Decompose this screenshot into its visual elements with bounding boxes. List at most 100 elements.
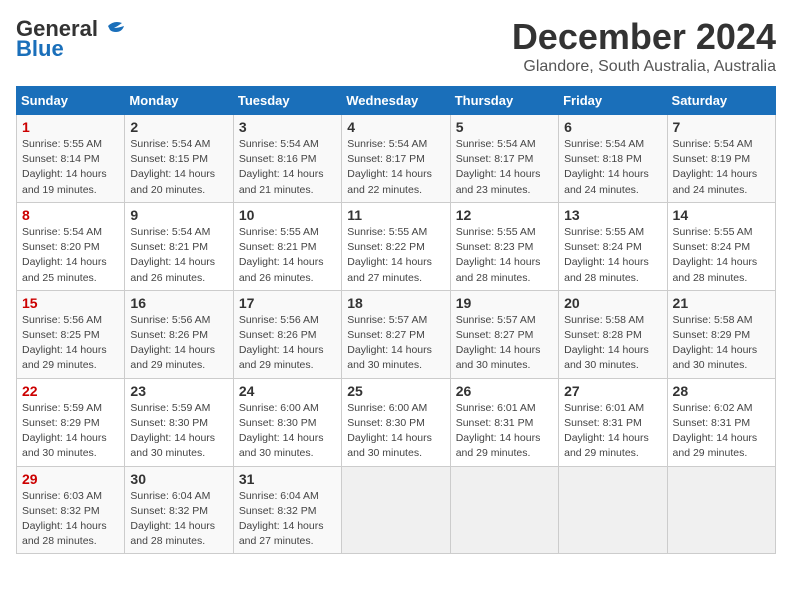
day-detail: Sunrise: 5:55 AMSunset: 8:23 PMDaylight:… xyxy=(456,226,541,284)
day-number: 3 xyxy=(239,119,336,135)
day-detail: Sunrise: 5:55 AMSunset: 8:14 PMDaylight:… xyxy=(22,138,107,196)
day-number: 20 xyxy=(564,295,661,311)
day-number: 15 xyxy=(22,295,119,311)
day-detail: Sunrise: 5:54 AMSunset: 8:19 PMDaylight:… xyxy=(673,138,758,196)
day-detail: Sunrise: 6:00 AMSunset: 8:30 PMDaylight:… xyxy=(347,402,432,460)
calendar-cell: 25 Sunrise: 6:00 AMSunset: 8:30 PMDayligh… xyxy=(342,378,450,466)
weekday-header-sunday: Sunday xyxy=(17,87,125,115)
day-detail: Sunrise: 6:03 AMSunset: 8:32 PMDaylight:… xyxy=(22,490,107,548)
day-number: 29 xyxy=(22,471,119,487)
day-detail: Sunrise: 5:54 AMSunset: 8:15 PMDaylight:… xyxy=(130,138,215,196)
day-number: 9 xyxy=(130,207,227,223)
calendar-cell: 20 Sunrise: 5:58 AMSunset: 8:28 PMDayligh… xyxy=(559,290,667,378)
location-subtitle: Glandore, South Australia, Australia xyxy=(512,58,776,76)
day-detail: Sunrise: 5:59 AMSunset: 8:30 PMDaylight:… xyxy=(130,402,215,460)
day-detail: Sunrise: 5:58 AMSunset: 8:29 PMDaylight:… xyxy=(673,314,758,372)
calendar-cell: 24 Sunrise: 6:00 AMSunset: 8:30 PMDayligh… xyxy=(233,378,341,466)
calendar-week-row: 15 Sunrise: 5:56 AMSunset: 8:25 PMDayligh… xyxy=(17,290,776,378)
calendar-cell: 12 Sunrise: 5:55 AMSunset: 8:23 PMDayligh… xyxy=(450,202,558,290)
calendar-cell: 7 Sunrise: 5:54 AMSunset: 8:19 PMDaylight… xyxy=(667,115,775,203)
day-detail: Sunrise: 5:59 AMSunset: 8:29 PMDaylight:… xyxy=(22,402,107,460)
calendar-cell: 16Sunrise: 5:56 AMSunset: 8:26 PMDayligh… xyxy=(125,290,233,378)
calendar-cell: 28Sunrise: 6:02 AMSunset: 8:31 PMDayligh… xyxy=(667,378,775,466)
day-number: 23 xyxy=(130,383,227,399)
day-detail: Sunrise: 6:00 AMSunset: 8:30 PMDaylight:… xyxy=(239,402,324,460)
day-detail: Sunrise: 5:54 AMSunset: 8:20 PMDaylight:… xyxy=(22,226,107,284)
calendar-cell: 22Sunrise: 5:59 AMSunset: 8:29 PMDayligh… xyxy=(17,378,125,466)
month-year-title: December 2024 xyxy=(512,16,776,58)
day-detail: Sunrise: 5:54 AMSunset: 8:17 PMDaylight:… xyxy=(347,138,432,196)
calendar-cell xyxy=(667,466,775,554)
day-number: 4 xyxy=(347,119,444,135)
calendar-cell: 11 Sunrise: 5:55 AMSunset: 8:22 PMDayligh… xyxy=(342,202,450,290)
day-detail: Sunrise: 5:55 AMSunset: 8:21 PMDaylight:… xyxy=(239,226,324,284)
day-detail: Sunrise: 5:54 AMSunset: 8:21 PMDaylight:… xyxy=(130,226,215,284)
calendar-cell: 13 Sunrise: 5:55 AMSunset: 8:24 PMDayligh… xyxy=(559,202,667,290)
calendar-cell: 4 Sunrise: 5:54 AMSunset: 8:17 PMDaylight… xyxy=(342,115,450,203)
calendar-cell: 26Sunrise: 6:01 AMSunset: 8:31 PMDayligh… xyxy=(450,378,558,466)
day-number: 10 xyxy=(239,207,336,223)
calendar-cell: 18 Sunrise: 5:57 AMSunset: 8:27 PMDayligh… xyxy=(342,290,450,378)
day-number: 7 xyxy=(673,119,770,135)
calendar-cell: 19Sunrise: 5:57 AMSunset: 8:27 PMDayligh… xyxy=(450,290,558,378)
calendar-table: SundayMondayTuesdayWednesdayThursdayFrid… xyxy=(16,86,776,554)
day-detail: Sunrise: 5:55 AMSunset: 8:24 PMDaylight:… xyxy=(564,226,649,284)
calendar-cell: 17 Sunrise: 5:56 AMSunset: 8:26 PMDayligh… xyxy=(233,290,341,378)
logo-blue: Blue xyxy=(16,36,64,62)
day-number: 13 xyxy=(564,207,661,223)
day-number: 30 xyxy=(130,471,227,487)
calendar-week-row: 1 Sunrise: 5:55 AMSunset: 8:14 PMDaylight… xyxy=(17,115,776,203)
day-detail: Sunrise: 5:54 AMSunset: 8:16 PMDaylight:… xyxy=(239,138,324,196)
calendar-cell xyxy=(450,466,558,554)
day-detail: Sunrise: 5:58 AMSunset: 8:28 PMDaylight:… xyxy=(564,314,649,372)
calendar-week-row: 29 Sunrise: 6:03 AMSunset: 8:32 PMDayligh… xyxy=(17,466,776,554)
calendar-cell: 31 Sunrise: 6:04 AMSunset: 8:32 PMDayligh… xyxy=(233,466,341,554)
day-detail: Sunrise: 5:55 AMSunset: 8:22 PMDaylight:… xyxy=(347,226,432,284)
weekday-header-friday: Friday xyxy=(559,87,667,115)
day-number: 6 xyxy=(564,119,661,135)
day-detail: Sunrise: 5:54 AMSunset: 8:17 PMDaylight:… xyxy=(456,138,541,196)
day-number: 26 xyxy=(456,383,553,399)
calendar-cell: 29 Sunrise: 6:03 AMSunset: 8:32 PMDayligh… xyxy=(17,466,125,554)
day-number: 14 xyxy=(673,207,770,223)
weekday-header-thursday: Thursday xyxy=(450,87,558,115)
day-number: 12 xyxy=(456,207,553,223)
calendar-cell: 1 Sunrise: 5:55 AMSunset: 8:14 PMDaylight… xyxy=(17,115,125,203)
calendar-cell: 15 Sunrise: 5:56 AMSunset: 8:25 PMDayligh… xyxy=(17,290,125,378)
logo-bird-icon xyxy=(100,18,128,40)
day-number: 24 xyxy=(239,383,336,399)
day-number: 11 xyxy=(347,207,444,223)
title-area: December 2024 Glandore, South Australia,… xyxy=(512,16,776,76)
logo: General Blue xyxy=(16,16,128,62)
calendar-cell: 3 Sunrise: 5:54 AMSunset: 8:16 PMDaylight… xyxy=(233,115,341,203)
calendar-cell: 10 Sunrise: 5:55 AMSunset: 8:21 PMDayligh… xyxy=(233,202,341,290)
weekday-header-row: SundayMondayTuesdayWednesdayThursdayFrid… xyxy=(17,87,776,115)
calendar-cell: 27Sunrise: 6:01 AMSunset: 8:31 PMDayligh… xyxy=(559,378,667,466)
calendar-cell: 14 Sunrise: 5:55 AMSunset: 8:24 PMDayligh… xyxy=(667,202,775,290)
day-number: 31 xyxy=(239,471,336,487)
day-number: 25 xyxy=(347,383,444,399)
day-detail: Sunrise: 5:56 AMSunset: 8:26 PMDaylight:… xyxy=(239,314,324,372)
day-detail: Sunrise: 5:54 AMSunset: 8:18 PMDaylight:… xyxy=(564,138,649,196)
day-number: 18 xyxy=(347,295,444,311)
day-detail: Sunrise: 5:57 AMSunset: 8:27 PMDaylight:… xyxy=(347,314,432,372)
weekday-header-wednesday: Wednesday xyxy=(342,87,450,115)
calendar-cell: 6 Sunrise: 5:54 AMSunset: 8:18 PMDaylight… xyxy=(559,115,667,203)
day-number: 27 xyxy=(564,383,661,399)
day-number: 17 xyxy=(239,295,336,311)
day-detail: Sunrise: 6:04 AMSunset: 8:32 PMDaylight:… xyxy=(239,490,324,548)
calendar-cell: 30Sunrise: 6:04 AMSunset: 8:32 PMDayligh… xyxy=(125,466,233,554)
day-number: 8 xyxy=(22,207,119,223)
calendar-cell: 2Sunrise: 5:54 AMSunset: 8:15 PMDaylight… xyxy=(125,115,233,203)
page-header: General Blue December 2024 Glandore, Sou… xyxy=(16,16,776,76)
calendar-cell: 8 Sunrise: 5:54 AMSunset: 8:20 PMDaylight… xyxy=(17,202,125,290)
weekday-header-saturday: Saturday xyxy=(667,87,775,115)
day-number: 19 xyxy=(456,295,553,311)
day-number: 21 xyxy=(673,295,770,311)
day-detail: Sunrise: 5:55 AMSunset: 8:24 PMDaylight:… xyxy=(673,226,758,284)
day-number: 28 xyxy=(673,383,770,399)
calendar-cell xyxy=(342,466,450,554)
day-number: 1 xyxy=(22,119,119,135)
calendar-cell xyxy=(559,466,667,554)
day-detail: Sunrise: 5:56 AMSunset: 8:25 PMDaylight:… xyxy=(22,314,107,372)
